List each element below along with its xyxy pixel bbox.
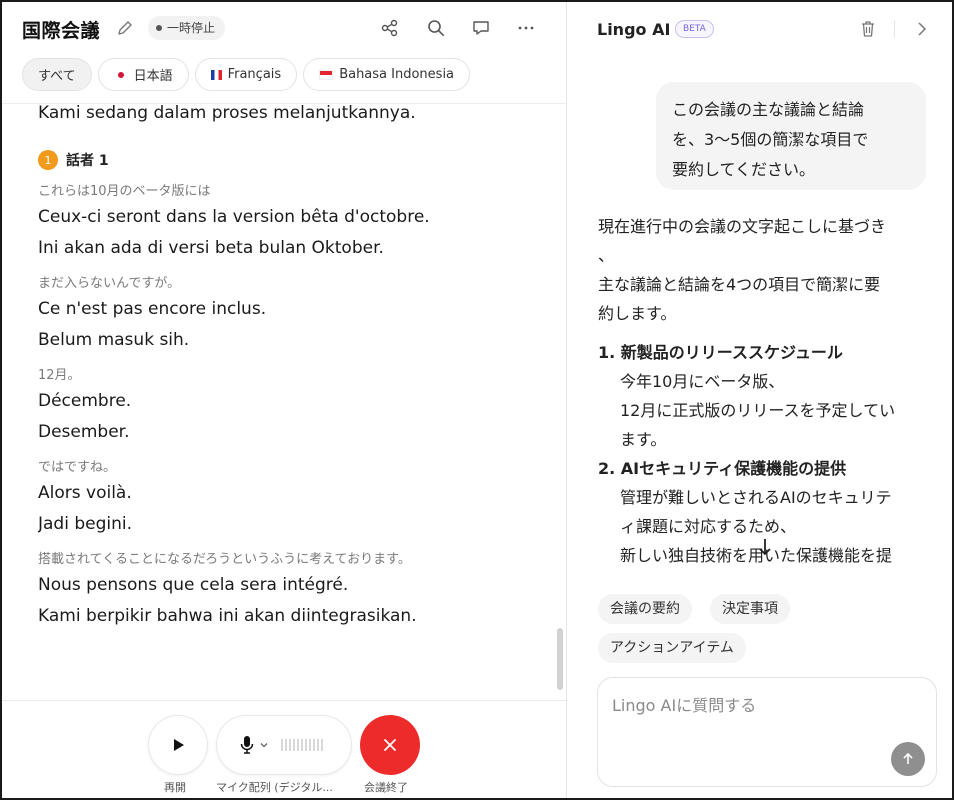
audio-level-meter	[281, 739, 323, 751]
tab-label: Bahasa Indonesia	[339, 67, 455, 82]
french-translation: Ce n'est pas encore inclus.	[38, 299, 267, 319]
assistant-answer: 現在進行中の会議の文字起こしに基づき 、 主な議論と結論を4つの項目で簡潔に要 …	[598, 212, 938, 576]
transcript-segment: 搭載されてくることになるだろうというふうに考えております。 Nous penso…	[38, 550, 548, 632]
indonesia-flag-icon	[319, 69, 334, 80]
tab-label: Français	[227, 67, 282, 82]
user-message-line: を、3〜5個の簡潔な項目で	[672, 130, 869, 149]
answer-item-line: 管理が難しいとされるAIのセキュリテ	[620, 488, 892, 507]
tab-french[interactable]: Français	[194, 58, 298, 91]
arrow-down-icon[interactable]	[757, 537, 773, 557]
close-icon	[384, 739, 396, 751]
ask-input[interactable]: Lingo AIに質問する	[597, 677, 937, 787]
trash-icon[interactable]	[859, 19, 877, 39]
chip-action-items[interactable]: アクションアイテム	[598, 633, 746, 663]
resume-label: 再開	[164, 781, 186, 794]
tab-all[interactable]: すべて	[22, 58, 92, 91]
answer-item-line: ます。	[620, 430, 667, 449]
french-translation: Décembre.	[38, 391, 132, 411]
indonesian-translation: Jadi begini.	[38, 514, 133, 534]
source-text: これらは10月のベータ版には	[38, 184, 211, 199]
assistant-pane: Lingo AI BETA この会議の主な議論と結論 を、3〜5個の簡潔な項目で…	[567, 2, 952, 798]
chevron-right-icon[interactable]	[913, 19, 931, 39]
french-translation: Nous pensons que cela sera intégré.	[38, 575, 349, 595]
resume-button[interactable]	[148, 715, 208, 775]
comment-icon[interactable]	[471, 18, 491, 38]
meeting-title: 国際会議	[22, 20, 101, 42]
speaker-header: 1 話者 1	[38, 148, 548, 172]
indonesian-translation: Desember.	[38, 422, 130, 442]
indonesian-translation: Belum masuk sih.	[38, 330, 190, 350]
transcript-segment: まだ入らないんですが。 Ce n'est pas encore inclus. …	[38, 274, 548, 356]
source-text: ではですね。	[38, 460, 117, 475]
answer-line: 現在進行中の会議の文字起こしに基づき	[598, 217, 887, 236]
speaker-name: 話者 1	[66, 153, 109, 169]
header-separator	[894, 20, 895, 38]
assistant-title: Lingo AI	[597, 20, 671, 39]
beta-badge: BETA	[675, 20, 714, 38]
tab-label: 日本語	[133, 69, 173, 84]
user-message-line: 要約してください。	[672, 160, 816, 179]
ask-input-placeholder: Lingo AIに質問する	[612, 696, 757, 715]
tab-japanese[interactable]: 日本語	[97, 58, 189, 91]
status-badge: 一時停止	[148, 16, 226, 40]
mic-icon	[240, 736, 254, 754]
answer-item-heading: 1. 新製品のリリーススケジュール	[598, 343, 843, 362]
share-icon[interactable]	[380, 18, 400, 38]
play-icon	[174, 739, 184, 751]
transcript-segment: 12月。 Décembre. Desember.	[38, 366, 548, 448]
transcript-segment: これらは10月のベータ版には Ceux-ci seront dans la ve…	[38, 182, 548, 264]
chip-meeting-summary[interactable]: 会議の要約	[598, 594, 692, 624]
transcript-header: 国際会議 一時停止	[2, 2, 566, 54]
transcript-scrollbar[interactable]	[557, 628, 563, 690]
french-translation: Alors voilà.	[38, 483, 132, 503]
answer-list: 1. 新製品のリリーススケジュール 今年10月にベータ版、 12月に正式版のリリ…	[598, 338, 938, 570]
footer-divider	[2, 700, 566, 701]
end-meeting-label: 会議終了	[364, 781, 408, 794]
transcript-list: Kami sedang dalam proses melanjutkannya.…	[38, 104, 548, 698]
transcript-segment: ではですね。 Alors voilà. Jadi begini.	[38, 458, 548, 540]
user-message-line: この会議の主な議論と結論	[672, 100, 865, 119]
japan-flag-icon	[113, 69, 128, 80]
mic-selector[interactable]	[216, 715, 352, 775]
status-dot	[156, 25, 162, 31]
transcript-line: Kami sedang dalam proses melanjutkannya.	[38, 104, 416, 123]
source-text: 12月。	[38, 368, 81, 383]
tab-label: すべて	[38, 69, 76, 84]
chevron-down-icon	[260, 743, 268, 748]
status-text: 一時停止	[167, 21, 216, 35]
indonesian-translation: Kami berpikir bahwa ini akan diintegrasi…	[38, 606, 417, 626]
indonesian-translation: Ini akan ada di versi beta bulan Oktober…	[38, 238, 384, 258]
source-text: まだ入らないんですが。	[38, 276, 181, 291]
answer-item-line: 12月に正式版のリリースを予定してい	[620, 401, 896, 420]
france-flag-icon	[210, 69, 222, 80]
language-tabs: すべて 日本語 Français Bahasa Indonesia	[22, 58, 471, 92]
answer-item-heading: 2. AIセキュリティ保護機能の提供	[598, 459, 847, 478]
chip-decisions[interactable]: 決定事項	[710, 594, 790, 624]
more-icon[interactable]	[516, 18, 536, 38]
answer-item-line: 今年10月にベータ版、	[620, 372, 785, 391]
mic-label: マイク配列 (デジタル...	[216, 781, 333, 794]
tab-indonesian[interactable]: Bahasa Indonesia	[303, 58, 471, 91]
answer-list-item: 1. 新製品のリリーススケジュール 今年10月にベータ版、 12月に正式版のリリ…	[598, 338, 938, 454]
end-meeting-button[interactable]	[360, 715, 420, 775]
speaker-number-badge: 1	[38, 150, 58, 170]
send-button[interactable]	[891, 742, 925, 776]
answer-line: 約します。	[598, 304, 677, 323]
answer-line: 、	[598, 246, 615, 265]
search-icon[interactable]	[426, 18, 446, 38]
answer-line: 主な議論と結論を4つの項目で簡潔に要	[598, 275, 881, 294]
french-translation: Ceux-ci seront dans la version bêta d'oc…	[38, 207, 430, 227]
source-text: 搭載されてくることになるだろうというふうに考えております。	[38, 552, 411, 567]
arrow-up-icon	[903, 752, 913, 764]
transcript-pane: 国際会議 一時停止 すべて 日本語 Français Bahasa Indone…	[2, 2, 566, 798]
user-message: この会議の主な議論と結論 を、3〜5個の簡潔な項目で 要約してください。	[656, 82, 926, 190]
pencil-icon[interactable]	[116, 19, 134, 37]
